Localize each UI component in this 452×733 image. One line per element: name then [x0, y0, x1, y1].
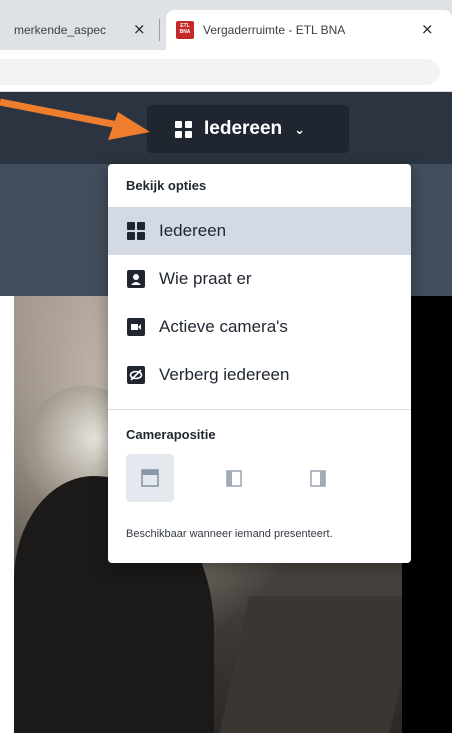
camera-left-button[interactable] — [210, 454, 258, 502]
tab-title: merkende_aspec — [14, 23, 107, 37]
camera-right-button[interactable] — [294, 454, 342, 502]
camera-top-button[interactable] — [126, 454, 174, 502]
camera-top-icon — [141, 469, 159, 487]
address-bar — [0, 50, 452, 92]
view-options-button[interactable]: Iedereen ⌄ — [147, 105, 349, 153]
tab-separator — [159, 19, 160, 41]
browser-tab-previous[interactable]: merkende_aspec × — [0, 10, 160, 50]
annotation-arrow-icon — [0, 98, 150, 140]
menu-item-label: Wie praat er — [159, 269, 252, 288]
view-options-heading: Bekijk opties — [126, 178, 207, 193]
page-margin — [0, 296, 14, 733]
url-field[interactable] — [0, 59, 440, 85]
browser-tab-strip: merkende_aspec × ETL BNA Vergaderruimte … — [0, 0, 452, 50]
browser-tab-active[interactable]: ETL BNA Vergaderruimte - ETL BNA × — [166, 10, 452, 50]
grid-icon — [127, 222, 145, 240]
view-options-menu: Bekijk opties Iedereen Wie praat er Acti… — [108, 164, 411, 563]
menu-item-iedereen[interactable]: Iedereen — [108, 207, 411, 255]
menu-item-verberg-iedereen[interactable]: Verberg iedereen — [108, 351, 411, 399]
camera-right-icon — [310, 470, 326, 487]
tab-title: Vergaderruimte - ETL BNA — [203, 23, 346, 37]
menu-divider — [108, 409, 411, 410]
menu-item-actieve-cameras[interactable]: Actieve camera's — [108, 303, 411, 351]
camera-left-icon — [226, 470, 242, 487]
menu-item-label: Actieve camera's — [159, 317, 288, 336]
camera-position-note: Beschikbaar wanneer iemand presenteert. — [126, 528, 333, 540]
camera-icon — [127, 318, 145, 336]
camera-position-heading: Camerapositie — [126, 427, 216, 442]
grid-icon — [175, 120, 192, 138]
menu-item-label: Iedereen — [159, 221, 227, 240]
etl-bna-favicon-icon: ETL BNA — [176, 21, 194, 39]
close-icon[interactable]: × — [133, 22, 146, 37]
menu-item-label: Verberg iedereen — [159, 365, 290, 384]
speaker-icon — [127, 270, 145, 288]
eye-off-icon — [127, 366, 145, 384]
view-button-label: Iedereen — [204, 118, 283, 139]
menu-item-wie-praat-er[interactable]: Wie praat er — [108, 255, 411, 303]
close-icon[interactable]: × — [421, 22, 434, 37]
chevron-down-icon: ⌄ — [294, 122, 306, 138]
